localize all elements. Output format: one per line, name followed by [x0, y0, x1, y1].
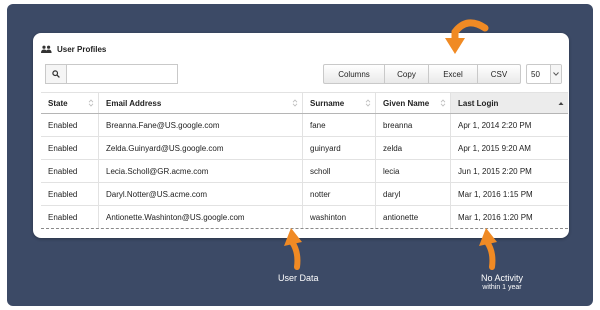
cell-email: Lecia.Scholl@GR.acme.com	[99, 160, 303, 182]
no-activity-callout: No Activity within 1 year	[462, 273, 542, 291]
cell-state: Enabled	[41, 137, 99, 159]
chevron-down-icon	[550, 65, 561, 83]
user-data-callout: User Data	[278, 273, 348, 283]
user-table: State Email Address Surname Given Name L…	[41, 92, 568, 229]
arrow-to-excel-icon	[445, 19, 489, 54]
excel-button[interactable]: Excel	[429, 64, 478, 84]
users-icon	[41, 45, 52, 53]
cell-state: Enabled	[41, 160, 99, 182]
column-header-surname[interactable]: Surname	[303, 93, 376, 113]
arrow-to-user-data-icon	[284, 228, 302, 270]
search-icon	[52, 70, 60, 78]
cell-surname: scholl	[303, 160, 376, 182]
sort-icon	[440, 99, 446, 107]
table-row[interactable]: Enabled Zelda.Guinyard@US.google.com guiny…	[41, 137, 568, 160]
no-activity-label: No Activity	[480, 273, 523, 283]
cell-given-name: antionette	[376, 206, 451, 228]
sort-icon	[365, 99, 371, 107]
arrow-to-last-login-icon	[479, 228, 497, 270]
cell-email: Breanna.Fane@US.google.com	[99, 114, 303, 136]
column-header-state[interactable]: State	[41, 93, 99, 113]
user-data-label: User Data	[278, 273, 319, 283]
cell-state: Enabled	[41, 183, 99, 205]
cell-email: Antionette.Washinton@US.google.com	[99, 206, 303, 228]
no-activity-sublabel: within 1 year	[482, 284, 522, 291]
table-row[interactable]: Enabled Lecia.Scholl@GR.acme.com scholl lec…	[41, 160, 568, 183]
table-header-row: State Email Address Surname Given Name L…	[41, 92, 568, 114]
cell-surname: notter	[303, 183, 376, 205]
page-size-value: 50	[531, 69, 540, 79]
column-header-label: Surname	[310, 98, 345, 108]
toolbar: Columns Copy Excel CSV 50	[323, 64, 562, 84]
column-header-label: Email Address	[106, 98, 162, 108]
cell-last-login: Apr 1, 2015 9:20 AM	[458, 143, 531, 153]
table-row[interactable]: Enabled Breanna.Fane@US.google.com fane bre…	[41, 114, 568, 137]
table-row[interactable]: Enabled Daryl.Notter@US.acme.com notter dar…	[41, 183, 568, 206]
cell-surname: fane	[303, 114, 376, 136]
cell-given-name: daryl	[376, 183, 451, 205]
cell-surname: washinton	[303, 206, 376, 228]
column-header-label: Given Name	[383, 98, 430, 108]
copy-button[interactable]: Copy	[385, 64, 429, 84]
cell-last-login: Jun 1, 2015 2:20 PM	[458, 166, 532, 176]
column-header-label: State	[48, 98, 68, 108]
cell-last-login: Apr 1, 2014 2:20 PM	[458, 120, 532, 130]
column-header-email[interactable]: Email Address	[99, 93, 303, 113]
user-profiles-panel: User Profiles Columns Copy Excel CSV 50 …	[33, 33, 569, 238]
sort-icon	[88, 99, 94, 107]
column-header-given-name[interactable]: Given Name	[376, 93, 451, 113]
cell-given-name: lecia	[376, 160, 451, 182]
panel-title: User Profiles	[57, 44, 107, 54]
column-header-label: Last Login	[458, 98, 499, 108]
sort-ascending-icon	[558, 101, 564, 105]
cell-state: Enabled	[41, 206, 99, 228]
csv-button[interactable]: CSV	[478, 64, 521, 84]
cell-last-login: Mar 1, 2016 1:20 PM	[458, 212, 533, 222]
cell-email: Zelda.Guinyard@US.google.com	[99, 137, 303, 159]
cell-state: Enabled	[41, 114, 99, 136]
sort-icon	[292, 99, 298, 107]
search-input[interactable]	[66, 64, 178, 84]
page-size-select[interactable]: 50	[526, 64, 562, 84]
column-header-last-login[interactable]: Last Login	[451, 93, 568, 113]
cell-surname: guinyard	[303, 137, 376, 159]
panel-header: User Profiles	[41, 42, 106, 56]
search-button[interactable]	[45, 64, 66, 84]
search-bar	[45, 64, 178, 84]
cell-given-name: breanna	[376, 114, 451, 136]
columns-button[interactable]: Columns	[323, 64, 385, 84]
cell-last-login: Mar 1, 2016 1:15 PM	[458, 189, 533, 199]
cell-email: Daryl.Notter@US.acme.com	[99, 183, 303, 205]
cell-given-name: zelda	[376, 137, 451, 159]
